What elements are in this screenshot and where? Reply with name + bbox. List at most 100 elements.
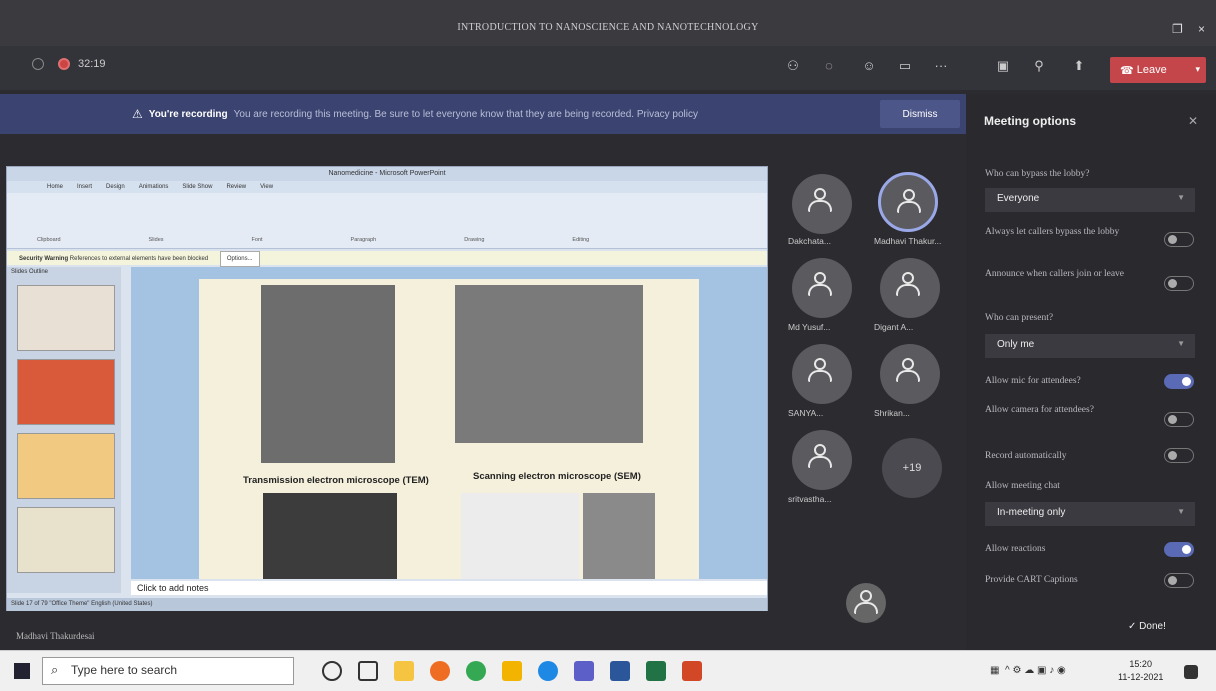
bypass-lobby-select[interactable]: Everyone ▼ [985, 188, 1195, 212]
done-button[interactable]: ✓ Done! [1128, 621, 1166, 632]
close-icon[interactable]: × [1198, 22, 1205, 36]
person-icon [808, 188, 832, 214]
notification-icon[interactable] [1184, 665, 1198, 679]
clock-time: 15:20 [1129, 659, 1152, 669]
slide-thumbnail[interactable] [17, 359, 115, 425]
bypass-lobby-value: Everyone [997, 193, 1040, 204]
person-icon [808, 358, 832, 384]
leave-button[interactable]: ☎ Leave ▾ [1110, 57, 1206, 83]
always-callers-toggle[interactable] [1164, 232, 1194, 247]
participant-avatar[interactable] [880, 258, 940, 318]
mic-off-icon[interactable]: ⚲ [1030, 58, 1048, 74]
powerpoint-icon[interactable] [682, 661, 702, 681]
ribbon-group-label: Clipboard [37, 237, 61, 243]
self-avatar[interactable] [846, 583, 886, 623]
cortana-icon[interactable] [322, 661, 342, 681]
slide-thumbnail[interactable] [17, 285, 115, 351]
chat-select[interactable]: In-meeting only ▼ [985, 502, 1195, 526]
security-warning-message: References to external elements have bee… [69, 256, 209, 262]
person-icon [897, 189, 921, 215]
ppt-tab[interactable]: Home [47, 184, 63, 190]
people-icon[interactable]: ⚇ [784, 58, 802, 74]
pane-tabs[interactable]: Slides Outline [7, 267, 121, 277]
ppt-tab[interactable]: Slide Show [182, 184, 212, 190]
ribbon-group-label: Drawing [464, 237, 485, 243]
recording-banner: ⚠ You're recording You are recording thi… [0, 94, 966, 134]
always-callers-label: Always let callers bypass the lobby [985, 227, 1120, 237]
close-icon[interactable]: ✕ [1188, 114, 1198, 128]
notes-field[interactable]: Click to add notes [131, 581, 767, 595]
windows-start-icon[interactable] [14, 663, 30, 679]
announce-label: Announce when callers join or leave [985, 269, 1125, 279]
person-icon [896, 272, 920, 298]
slides-pane: Slides Outline [7, 267, 121, 593]
ppt-tab[interactable]: Animations [139, 184, 169, 190]
edge-icon[interactable] [538, 661, 558, 681]
chat-icon[interactable]: ◌ [820, 58, 838, 74]
tem-caption: Transmission electron microscope (TEM) [243, 475, 429, 486]
restore-icon[interactable]: ❐ [1172, 22, 1183, 36]
participant-avatar[interactable] [880, 344, 940, 404]
word-icon[interactable] [610, 661, 630, 681]
sem-microscope-image [455, 285, 643, 443]
dismiss-button[interactable]: Dismiss [880, 100, 960, 128]
folder-icon[interactable] [502, 661, 522, 681]
share-icon[interactable]: ⬆ [1070, 58, 1088, 74]
camera-off-icon[interactable]: ▣ [994, 58, 1012, 74]
participant-avatar[interactable] [792, 258, 852, 318]
search-placeholder: Type here to search [71, 663, 178, 677]
participant-name: SANYA... [788, 408, 824, 418]
security-warning-title: Security Warning [19, 256, 69, 262]
ppt-tab[interactable]: View [260, 184, 273, 190]
reaction-icon[interactable]: ☺ [860, 58, 878, 74]
warning-icon: ⚠ [132, 107, 143, 121]
task-view-icon[interactable] [358, 661, 378, 681]
announce-toggle[interactable] [1164, 276, 1194, 291]
camera-toggle[interactable] [1164, 412, 1194, 427]
explorer-icon[interactable] [394, 661, 414, 681]
record-toggle[interactable] [1164, 448, 1194, 463]
slide-thumbnail[interactable] [17, 433, 115, 499]
reactions-toggle[interactable] [1164, 542, 1194, 557]
person-icon [808, 444, 832, 470]
firefox-icon[interactable] [430, 661, 450, 681]
rooms-icon[interactable]: ▭ [896, 58, 914, 74]
sem-caption: Scanning electron microscope (SEM) [473, 471, 641, 482]
system-tray[interactable]: ▦ ^ ⚙ ☁ ▣ ♪ ◉ [990, 665, 1066, 676]
banner-message[interactable]: You are recording this meeting. Be sure … [234, 109, 698, 120]
chevron-down-icon: ▼ [1177, 339, 1185, 348]
mic-toggle[interactable] [1164, 374, 1194, 389]
participant-name: Madhavi Thakur... [874, 236, 942, 246]
chevron-down-icon[interactable]: ▾ [1195, 64, 1200, 75]
ppt-tab[interactable]: Review [226, 184, 246, 190]
slide-thumbnail[interactable] [17, 507, 115, 573]
present-select[interactable]: Only me ▼ [985, 334, 1195, 358]
chrome-icon[interactable] [466, 661, 486, 681]
cart-toggle[interactable] [1164, 573, 1194, 588]
excel-icon[interactable] [646, 661, 666, 681]
done-label: Done! [1139, 621, 1166, 632]
ppt-status-bar: Slide 17 of 79 "Office Theme" English (U… [7, 598, 767, 611]
more-options-icon[interactable]: ··· [932, 58, 950, 74]
meeting-timer: 32:19 [78, 58, 106, 70]
bypass-lobby-label: Who can bypass the lobby? [985, 169, 1090, 179]
taskbar-search-input[interactable]: ⌕ Type here to search [42, 657, 294, 685]
teams-icon[interactable] [574, 661, 594, 681]
reactions-label: Allow reactions [985, 544, 1046, 554]
ppt-tab[interactable]: Insert [77, 184, 92, 190]
participant-name: sritvastha... [788, 494, 832, 504]
gecko-diagram-image [461, 493, 579, 579]
shield-icon [32, 58, 44, 70]
participant-avatar[interactable] [792, 344, 852, 404]
participant-avatar[interactable] [878, 172, 938, 232]
current-slide: Transmission electron microscope (TEM) S… [199, 279, 699, 579]
ppt-tab[interactable]: Design [106, 184, 125, 190]
participant-avatar[interactable] [792, 430, 852, 490]
banner-title: You're recording [148, 108, 228, 120]
more-participants-badge[interactable]: +19 [882, 438, 942, 498]
clock[interactable]: 15:20 11-12-2021 [1118, 658, 1163, 684]
participant-avatar[interactable] [792, 174, 852, 234]
phone-icon: ☎ [1120, 64, 1137, 77]
ppt-title: Nanomedicine - Microsoft PowerPoint [7, 167, 767, 181]
security-options-button[interactable]: Options... [219, 251, 260, 267]
